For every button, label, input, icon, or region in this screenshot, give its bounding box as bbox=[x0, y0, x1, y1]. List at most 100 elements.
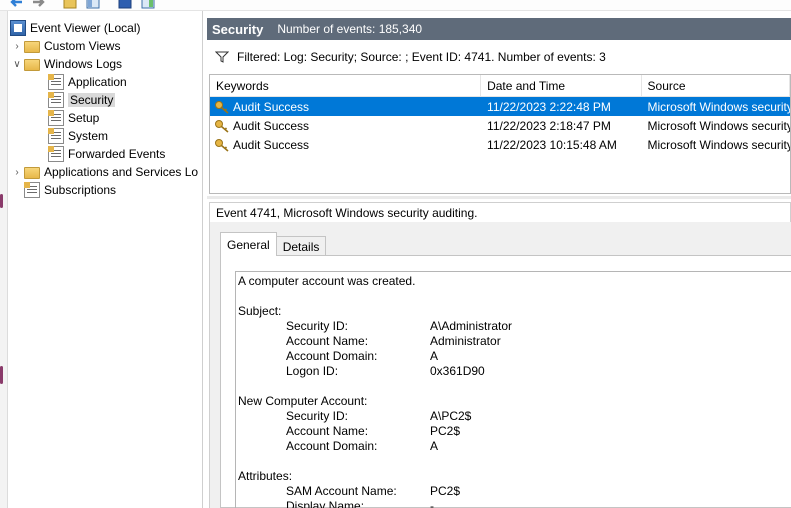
date-cell: 11/22/2023 10:15:48 AM bbox=[487, 137, 617, 152]
tree-item-forwarded-events[interactable]: Forwarded Events bbox=[48, 145, 165, 163]
tab-strip: General Details bbox=[220, 232, 327, 256]
tree-item-system[interactable]: System bbox=[48, 127, 108, 145]
field-label: SAM Account Name: bbox=[286, 484, 397, 498]
new-account-header: New Computer Account: bbox=[238, 394, 368, 408]
pane-splitter[interactable] bbox=[207, 196, 791, 199]
log-icon bbox=[48, 146, 64, 162]
console-tree-icon[interactable] bbox=[86, 0, 100, 9]
action-pane-icon[interactable] bbox=[141, 0, 155, 9]
field-value: A\Administrator bbox=[430, 319, 513, 333]
field-label: Account Domain: bbox=[286, 439, 378, 453]
forward-arrow-icon[interactable] bbox=[32, 0, 46, 9]
grid-header: Keywords Date and Time Source bbox=[210, 75, 790, 97]
date-cell: 11/22/2023 2:18:47 PM bbox=[487, 118, 611, 133]
field-label: Account Name: bbox=[286, 334, 369, 348]
keywords-value: Audit Success bbox=[233, 99, 310, 114]
subject-header: Subject: bbox=[238, 304, 282, 318]
event-details-pane: General Details A computer account was c… bbox=[209, 222, 791, 508]
field-label: Display Name: bbox=[286, 499, 365, 508]
column-source[interactable]: Source bbox=[642, 75, 790, 96]
field-value: PC2$ bbox=[430, 484, 461, 498]
edge-mark bbox=[0, 366, 3, 384]
key-icon bbox=[215, 119, 229, 133]
tree-item-custom-views[interactable]: › Custom Views bbox=[10, 37, 120, 55]
tree-item-event-viewer[interactable]: Event Viewer (Local) bbox=[10, 19, 141, 37]
source-cell: Microsoft Windows security bbox=[647, 137, 791, 152]
back-arrow-icon[interactable] bbox=[9, 0, 23, 9]
folder-up-icon[interactable] bbox=[63, 0, 77, 9]
subscriptions-icon bbox=[24, 182, 40, 198]
field-value: A bbox=[430, 349, 439, 363]
field-label: Security ID: bbox=[286, 409, 349, 423]
tab-general[interactable]: General bbox=[220, 232, 277, 256]
source-cell: Microsoft Windows security bbox=[647, 99, 791, 114]
tree-item-label: System bbox=[68, 129, 109, 143]
attributes-header: Attributes: bbox=[238, 469, 293, 483]
field-label: Security ID: bbox=[286, 319, 349, 333]
tree-item-label: Application bbox=[68, 75, 127, 89]
console-tree: Event Viewer (Local) › Custom Views ∨ Wi… bbox=[8, 11, 203, 508]
keywords-cell: Audit Success bbox=[210, 138, 481, 152]
tree-item-label: Windows Logs bbox=[44, 57, 123, 71]
field-value: 0x361D90 bbox=[430, 364, 485, 378]
source-cell: Microsoft Windows security bbox=[647, 118, 791, 133]
folder-icon bbox=[24, 41, 40, 53]
field-value: A\PC2$ bbox=[430, 409, 472, 423]
field-value: A bbox=[430, 439, 439, 453]
tree-item-application[interactable]: Application bbox=[48, 73, 127, 91]
field-value: - bbox=[430, 499, 434, 508]
log-icon bbox=[48, 74, 64, 90]
keywords-cell: Audit Success bbox=[210, 100, 481, 114]
tree-item-applications-and-services[interactable]: › Applications and Services Lo bbox=[10, 163, 198, 181]
log-icon bbox=[48, 128, 64, 144]
log-name: Security bbox=[212, 21, 264, 37]
column-date-and-time[interactable]: Date and Time bbox=[481, 75, 642, 96]
keywords-value: Audit Success bbox=[233, 137, 310, 152]
chevron-down-icon[interactable]: ∨ bbox=[10, 59, 24, 70]
background-window-edge bbox=[0, 11, 8, 508]
tree-item-label: Custom Views bbox=[44, 39, 121, 53]
keywords-cell: Audit Success bbox=[210, 119, 481, 133]
key-icon bbox=[215, 100, 229, 114]
tree-item-label: Forwarded Events bbox=[68, 147, 166, 161]
key-icon bbox=[215, 138, 229, 152]
table-row[interactable]: Audit Success 11/22/2023 2:22:48 PM Micr… bbox=[210, 97, 790, 116]
general-tab-panel: A computer account was created. Subject:… bbox=[220, 255, 791, 508]
keywords-value: Audit Success bbox=[233, 118, 310, 133]
field-value: Administrator bbox=[430, 334, 501, 348]
tree-item-subscriptions[interactable]: Subscriptions bbox=[24, 181, 116, 199]
help-icon[interactable] bbox=[118, 0, 132, 9]
table-row[interactable]: Audit Success 11/22/2023 10:15:48 AM Mic… bbox=[210, 135, 790, 154]
tree-item-label: Security bbox=[68, 93, 116, 107]
chevron-right-icon[interactable]: › bbox=[10, 167, 24, 178]
tab-details[interactable]: Details bbox=[275, 236, 327, 256]
tree-item-label: Applications and Services Lo bbox=[44, 165, 199, 179]
folder-icon bbox=[24, 167, 40, 179]
edge-mark bbox=[0, 194, 3, 208]
description-intro: A computer account was created. bbox=[238, 274, 416, 288]
date-cell: 11/22/2023 2:22:48 PM bbox=[487, 99, 611, 114]
tree-item-setup[interactable]: Setup bbox=[48, 109, 99, 127]
event-title: Event 4741, Microsoft Windows security a… bbox=[209, 202, 791, 222]
filter-text: Filtered: Log: Security; Source: ; Event… bbox=[237, 50, 606, 64]
event-count: Number of events: 185,340 bbox=[277, 22, 423, 36]
tree-item-label: Subscriptions bbox=[44, 183, 117, 197]
log-icon bbox=[48, 92, 64, 108]
chevron-right-icon[interactable]: › bbox=[10, 41, 24, 52]
filter-icon bbox=[215, 51, 229, 63]
column-keywords[interactable]: Keywords bbox=[210, 75, 482, 96]
log-icon bbox=[48, 110, 64, 126]
log-header: Security Number of events: 185,340 bbox=[207, 18, 791, 40]
field-label: Logon ID: bbox=[286, 364, 339, 378]
table-row[interactable]: Audit Success 11/22/2023 2:18:47 PM Micr… bbox=[210, 116, 790, 135]
field-label: Account Name: bbox=[286, 424, 369, 438]
tree-item-windows-logs[interactable]: ∨ Windows Logs bbox=[10, 55, 122, 73]
field-label: Account Domain: bbox=[286, 349, 378, 363]
folder-icon bbox=[24, 59, 40, 71]
toolbar bbox=[0, 0, 791, 11]
event-description[interactable]: A computer account was created. Subject:… bbox=[235, 271, 791, 508]
events-grid: Keywords Date and Time Source Audit Succ… bbox=[209, 74, 791, 194]
filter-bar: Filtered: Log: Security; Source: ; Event… bbox=[207, 44, 791, 70]
tree-item-security[interactable]: Security bbox=[48, 91, 116, 109]
tree-item-label: Event Viewer (Local) bbox=[30, 21, 141, 35]
